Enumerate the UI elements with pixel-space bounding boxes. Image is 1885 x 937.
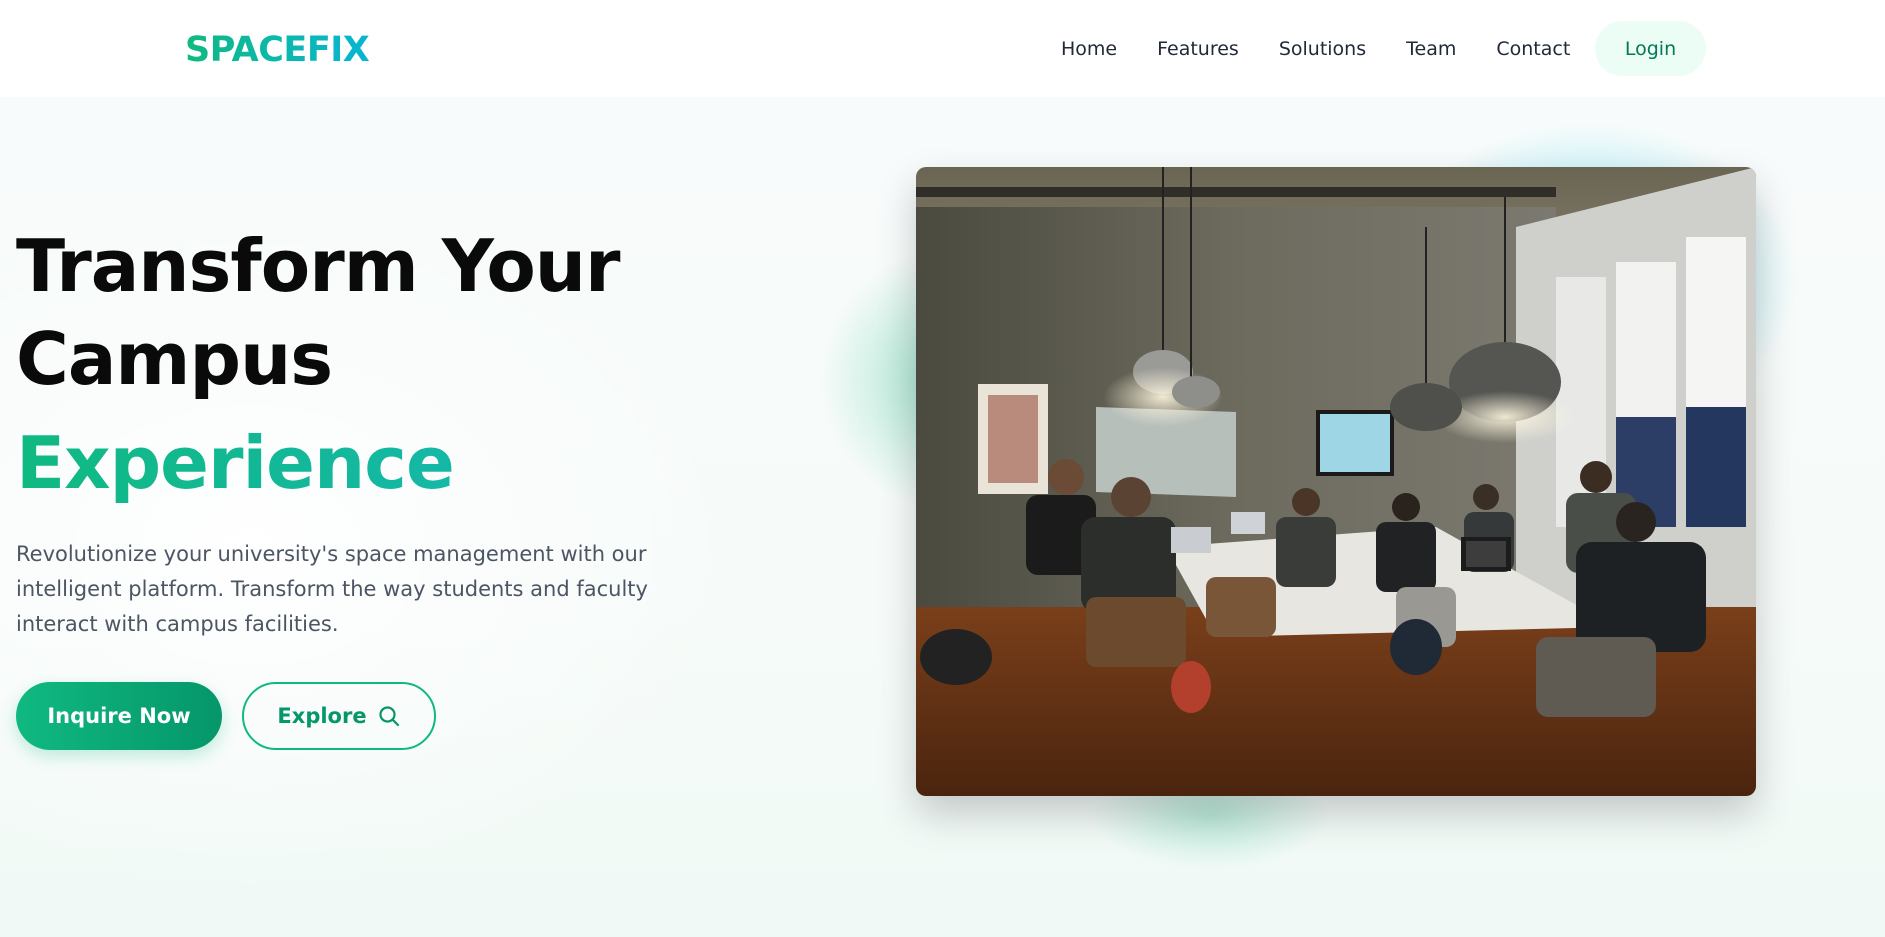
main-nav: Home Features Solutions Team Contact bbox=[1061, 26, 1570, 72]
nav-solutions[interactable]: Solutions bbox=[1279, 26, 1366, 72]
search-icon bbox=[378, 706, 399, 727]
hero-title-line1: Transform Your bbox=[16, 224, 621, 308]
explore-label: Explore bbox=[277, 704, 367, 728]
login-button[interactable]: Login bbox=[1595, 21, 1706, 76]
logo[interactable]: SPACEFIX bbox=[185, 28, 370, 72]
hero-description: Revolutionize your university's space ma… bbox=[16, 542, 648, 636]
site-header: SPACEFIX Home Features Solutions Team Co… bbox=[0, 0, 1885, 97]
hero-title-line2: Campus bbox=[16, 317, 333, 401]
explore-button[interactable]: Explore bbox=[242, 682, 436, 750]
nav-contact[interactable]: Contact bbox=[1496, 26, 1570, 72]
hero-image bbox=[916, 167, 1756, 796]
meeting-room-photo bbox=[916, 167, 1756, 796]
nav-features[interactable]: Features bbox=[1157, 26, 1239, 72]
inquire-now-label: Inquire Now bbox=[47, 704, 191, 728]
hero-title-highlight: Experience bbox=[16, 418, 455, 508]
nav-home[interactable]: Home bbox=[1061, 26, 1117, 72]
inquire-now-button[interactable]: Inquire Now bbox=[16, 682, 222, 750]
page: SPACEFIX Home Features Solutions Team Co… bbox=[0, 0, 1885, 937]
nav-team[interactable]: Team bbox=[1406, 26, 1456, 72]
